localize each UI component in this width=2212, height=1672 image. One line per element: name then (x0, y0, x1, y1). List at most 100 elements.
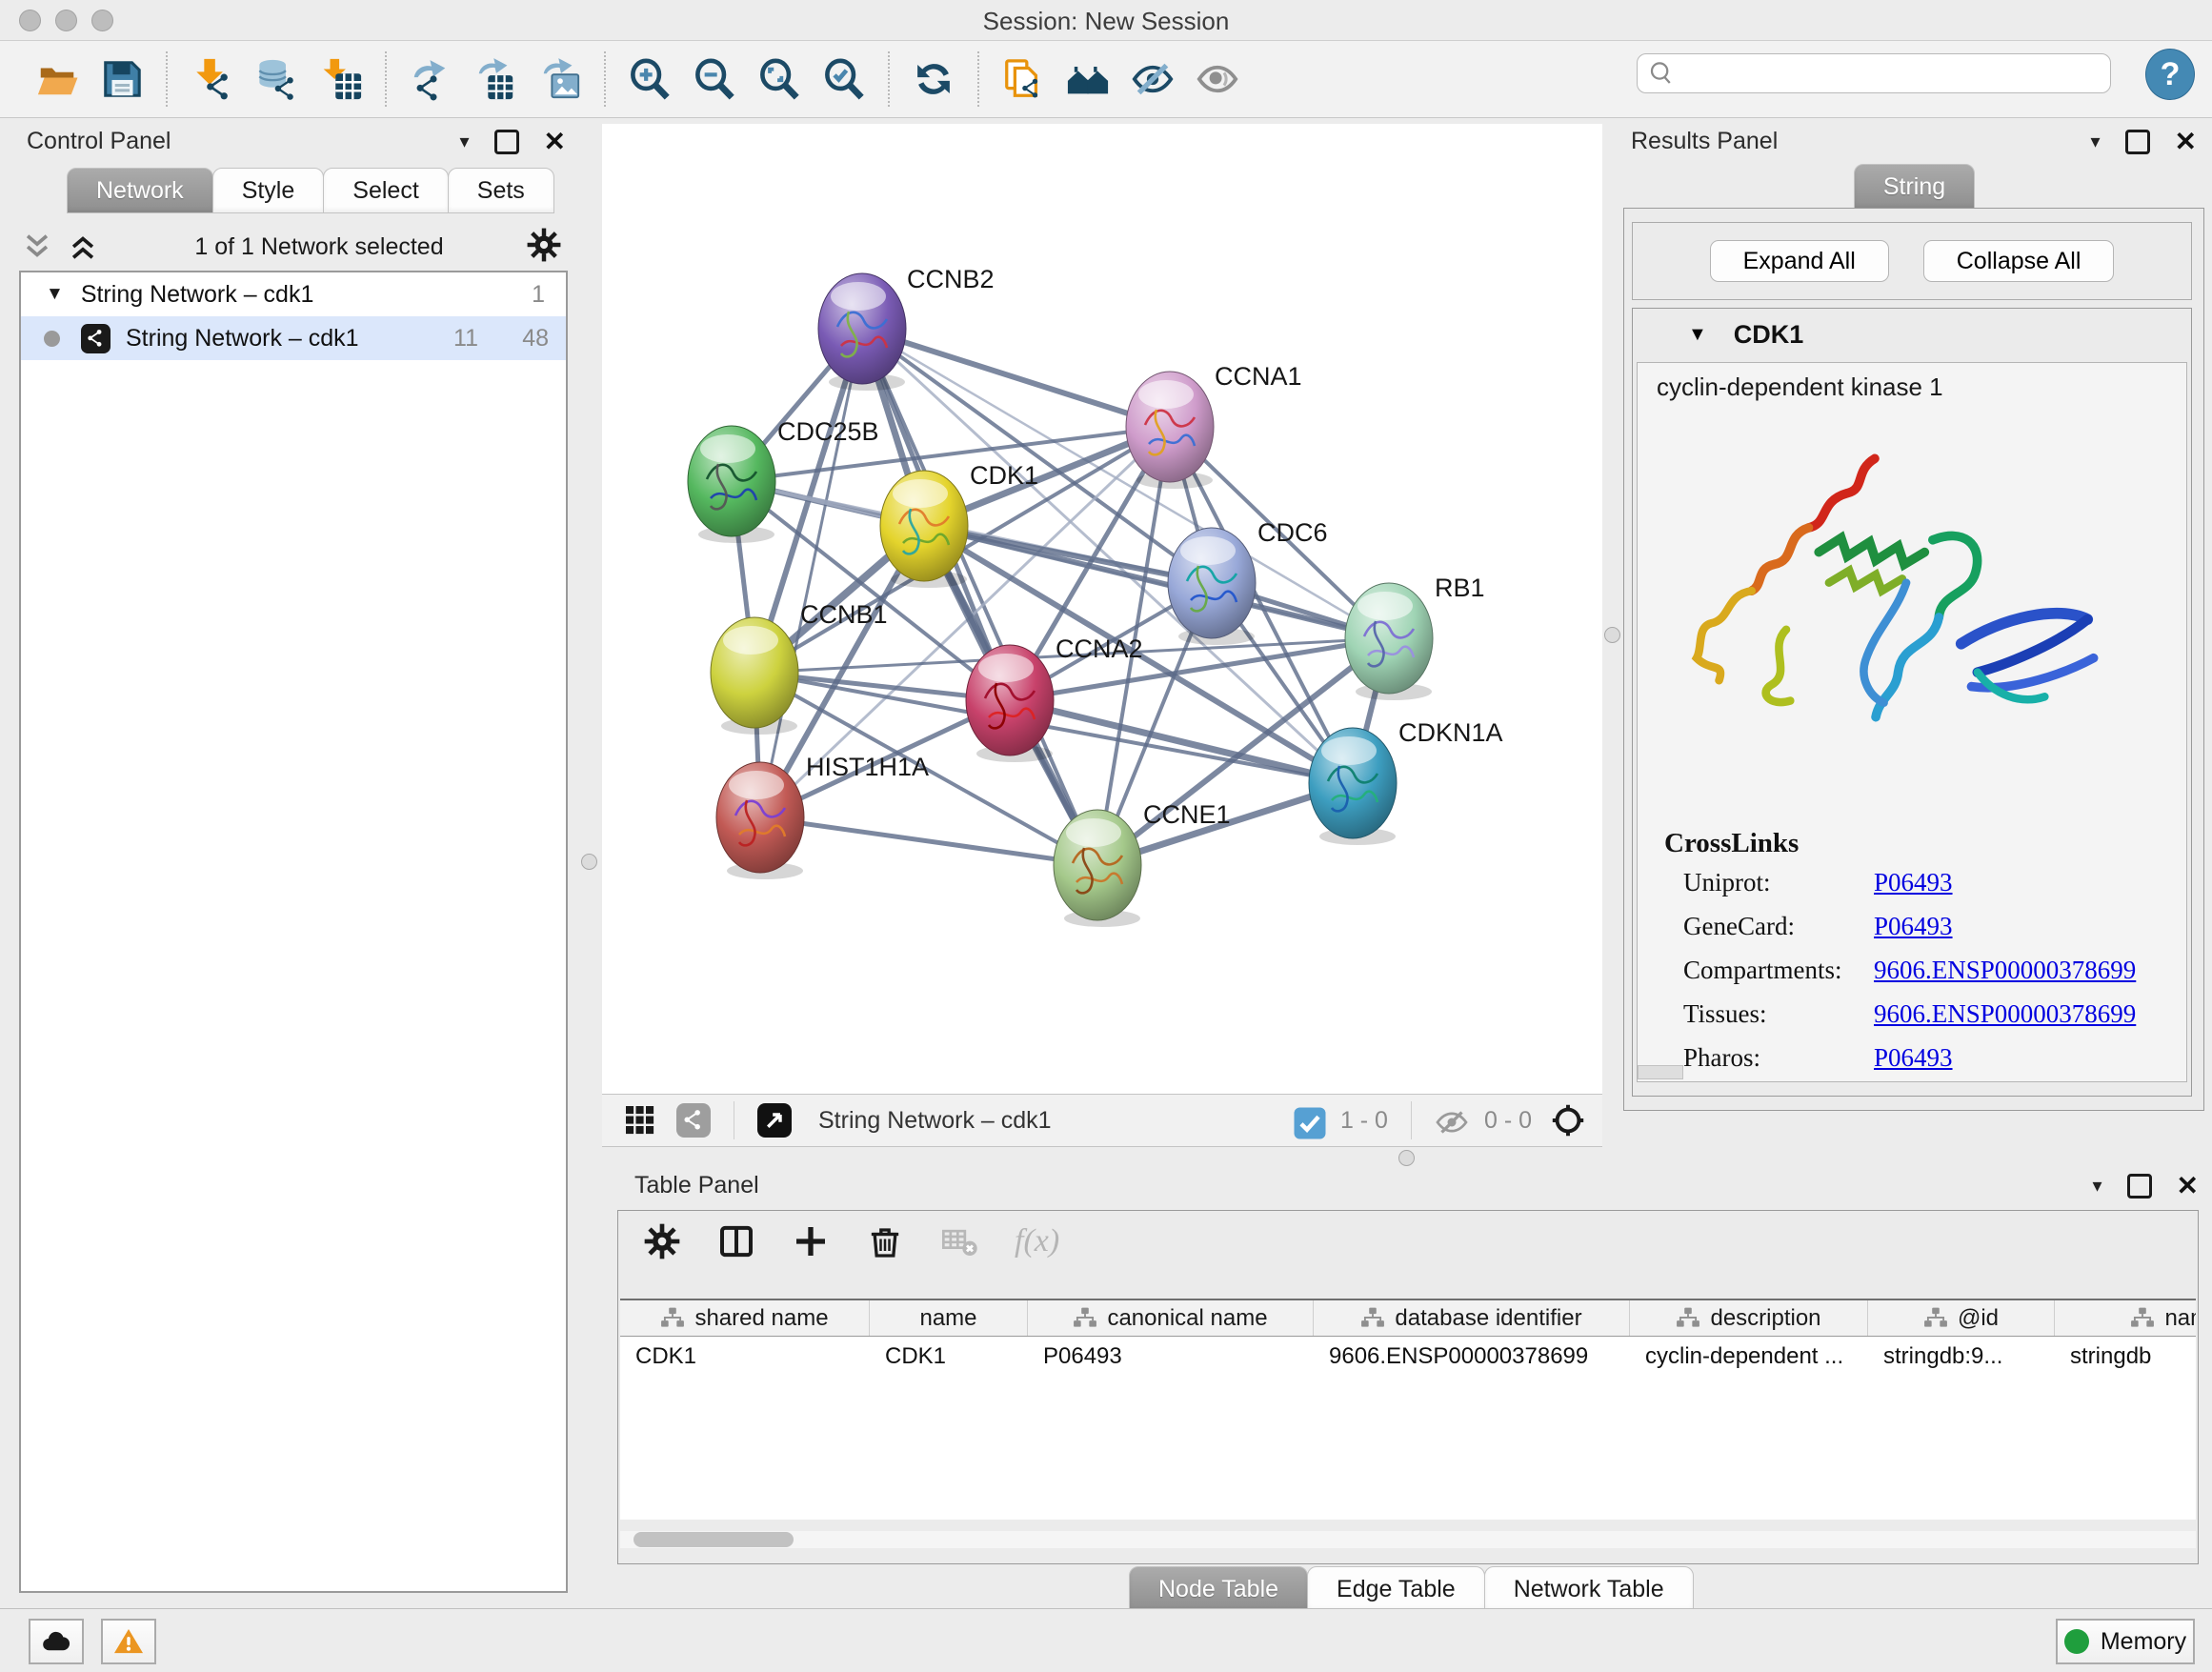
collapse-all-networks-icon[interactable] (21, 231, 53, 263)
search-box[interactable] (1637, 53, 2111, 93)
network-node-HIST1H1A[interactable]: HIST1H1A (716, 753, 929, 879)
create-column-icon[interactable] (792, 1222, 830, 1260)
panel-menu-icon[interactable]: ▾ (2092, 1174, 2101, 1198)
search-input[interactable] (1681, 59, 2110, 88)
column-header-description[interactable]: description (1630, 1300, 1868, 1336)
section-expand-icon[interactable]: ▼ (1688, 324, 1707, 346)
network-edge[interactable] (862, 329, 1097, 865)
network-options-gear-icon[interactable] (526, 227, 562, 268)
selected-checkbox-icon[interactable] (1293, 1106, 1321, 1135)
horizontal-scrollbar[interactable] (1638, 1065, 1683, 1079)
tab-node-table[interactable]: Node Table (1129, 1566, 1308, 1612)
crosslink-value-link[interactable]: P06493 (1874, 868, 1953, 897)
column-header-canonical-name[interactable]: canonical name (1028, 1300, 1314, 1336)
collection-count: 1 (532, 281, 545, 309)
save-session-icon[interactable] (96, 53, 148, 105)
delete-column-icon[interactable] (866, 1222, 904, 1260)
network-node-CDC6[interactable]: CDC6 (1168, 518, 1328, 645)
import-database-icon[interactable] (251, 53, 302, 105)
network-collection-row[interactable]: ▼ String Network – cdk1 1 (21, 272, 566, 316)
network-edge[interactable] (862, 329, 1170, 427)
crosslink-value-link[interactable]: P06493 (1874, 1043, 1953, 1073)
zoom-out-icon[interactable] (689, 53, 740, 105)
panel-float-icon[interactable] (2127, 1174, 2152, 1199)
string-home-icon[interactable] (1062, 53, 1114, 105)
table-cell[interactable]: P06493 (1028, 1343, 1314, 1370)
detach-view-icon[interactable] (757, 1103, 792, 1138)
panel-close-icon[interactable]: ✕ (544, 132, 566, 151)
status-bar: Memory (0, 1608, 2212, 1672)
bottom-splitter-handle[interactable] (1398, 1150, 1415, 1166)
network-node-RB1[interactable]: RB1 (1345, 574, 1485, 700)
network-node-CCNE1[interactable]: CCNE1 (1054, 800, 1231, 927)
table-row[interactable]: CDK1CDK1P064939606.ENSP00000378699cyclin… (620, 1337, 2196, 1377)
expand-all-networks-icon[interactable] (67, 231, 99, 263)
birdseye-view-icon[interactable] (1551, 1103, 1585, 1138)
tab-select[interactable]: Select (323, 168, 448, 213)
column-header-database-identifier[interactable]: database identifier (1314, 1300, 1630, 1336)
cloud-status-button[interactable] (29, 1619, 84, 1664)
zoom-selected-icon[interactable] (818, 53, 870, 105)
export-table-icon[interactable] (470, 53, 521, 105)
collapse-all-button[interactable]: Collapse All (1923, 240, 2115, 282)
column-header-id[interactable]: @id (1868, 1300, 2055, 1336)
memory-button[interactable]: Memory (2056, 1619, 2195, 1664)
zoom-in-icon[interactable] (624, 53, 675, 105)
table-cell[interactable]: CDK1 (870, 1343, 1028, 1370)
table-scrollbar-track[interactable] (620, 1531, 2196, 1548)
network-row[interactable]: String Network – cdk1 11 48 (21, 316, 566, 360)
column-header-name[interactable]: name (870, 1300, 1028, 1336)
tab-string[interactable]: String (1854, 164, 1975, 210)
import-network-icon[interactable] (186, 53, 237, 105)
refresh-icon[interactable] (908, 53, 959, 105)
right-splitter-handle[interactable] (1604, 627, 1620, 643)
show-all-icon[interactable] (1192, 53, 1243, 105)
panel-float-icon[interactable] (2125, 130, 2150, 154)
table-scrollbar-thumb[interactable] (633, 1532, 794, 1547)
table-cell[interactable]: stringdb (2055, 1343, 2196, 1370)
tab-edge-table[interactable]: Edge Table (1307, 1566, 1485, 1612)
expand-all-button[interactable]: Expand All (1710, 240, 1889, 282)
collection-expand-icon[interactable]: ▼ (46, 284, 64, 305)
network-node-CDKN1A[interactable]: CDKN1A (1309, 718, 1503, 845)
tab-style[interactable]: Style (212, 168, 325, 213)
open-session-icon[interactable] (31, 53, 83, 105)
crosslink-value-link[interactable]: 9606.ENSP00000378699 (1874, 999, 2136, 1029)
export-network-icon[interactable] (405, 53, 456, 105)
show-columns-icon[interactable] (717, 1222, 755, 1260)
hide-selected-icon[interactable] (1127, 53, 1178, 105)
table-cell[interactable]: 9606.ENSP00000378699 (1314, 1343, 1630, 1370)
network-canvas[interactable]: CCNB2CCNA1CDC25BCDK1CDC6RB1CCNB1CCNA2CDK… (602, 124, 1602, 1094)
table-cell[interactable]: CDK1 (620, 1343, 870, 1370)
panel-close-icon[interactable]: ✕ (2175, 132, 2197, 151)
network-node-CCNB2[interactable]: CCNB2 (818, 265, 995, 391)
panel-menu-icon[interactable]: ▾ (2090, 130, 2100, 153)
column-header-namespace[interactable]: namespace (2055, 1300, 2196, 1336)
import-table-icon[interactable] (315, 53, 367, 105)
table-options-gear-icon[interactable] (643, 1222, 681, 1260)
protein-name: CDK1 (1734, 320, 1804, 350)
panel-menu-icon[interactable]: ▾ (459, 130, 469, 153)
crosslink-value-link[interactable]: 9606.ENSP00000378699 (1874, 956, 2136, 985)
tab-network-table[interactable]: Network Table (1484, 1566, 1694, 1612)
protein-section-header[interactable]: ▼ CDK1 (1633, 309, 2191, 360)
warnings-button[interactable] (101, 1619, 156, 1664)
network-edge[interactable] (760, 817, 1097, 865)
table-cell[interactable]: stringdb:9... (1868, 1343, 2055, 1370)
tab-network[interactable]: Network (67, 168, 213, 213)
crosslinks-title: CrossLinks (1664, 828, 1799, 859)
share-view-icon[interactable] (676, 1103, 711, 1138)
export-image-icon[interactable] (534, 53, 586, 105)
crosslink-value-link[interactable]: P06493 (1874, 912, 1953, 941)
table-cell[interactable]: cyclin-dependent ... (1630, 1343, 1868, 1370)
left-splitter-handle[interactable] (581, 854, 597, 870)
column-type-icon (1360, 1306, 1385, 1331)
grid-view-icon[interactable] (623, 1103, 657, 1138)
panel-close-icon[interactable]: ✕ (2177, 1177, 2199, 1196)
zoom-fit-icon[interactable] (754, 53, 805, 105)
help-button[interactable]: ? (2145, 49, 2195, 100)
column-header-shared-name[interactable]: shared name (620, 1300, 870, 1336)
panel-float-icon[interactable] (494, 130, 519, 154)
tab-sets[interactable]: Sets (448, 168, 554, 213)
clone-network-icon[interactable] (997, 53, 1049, 105)
